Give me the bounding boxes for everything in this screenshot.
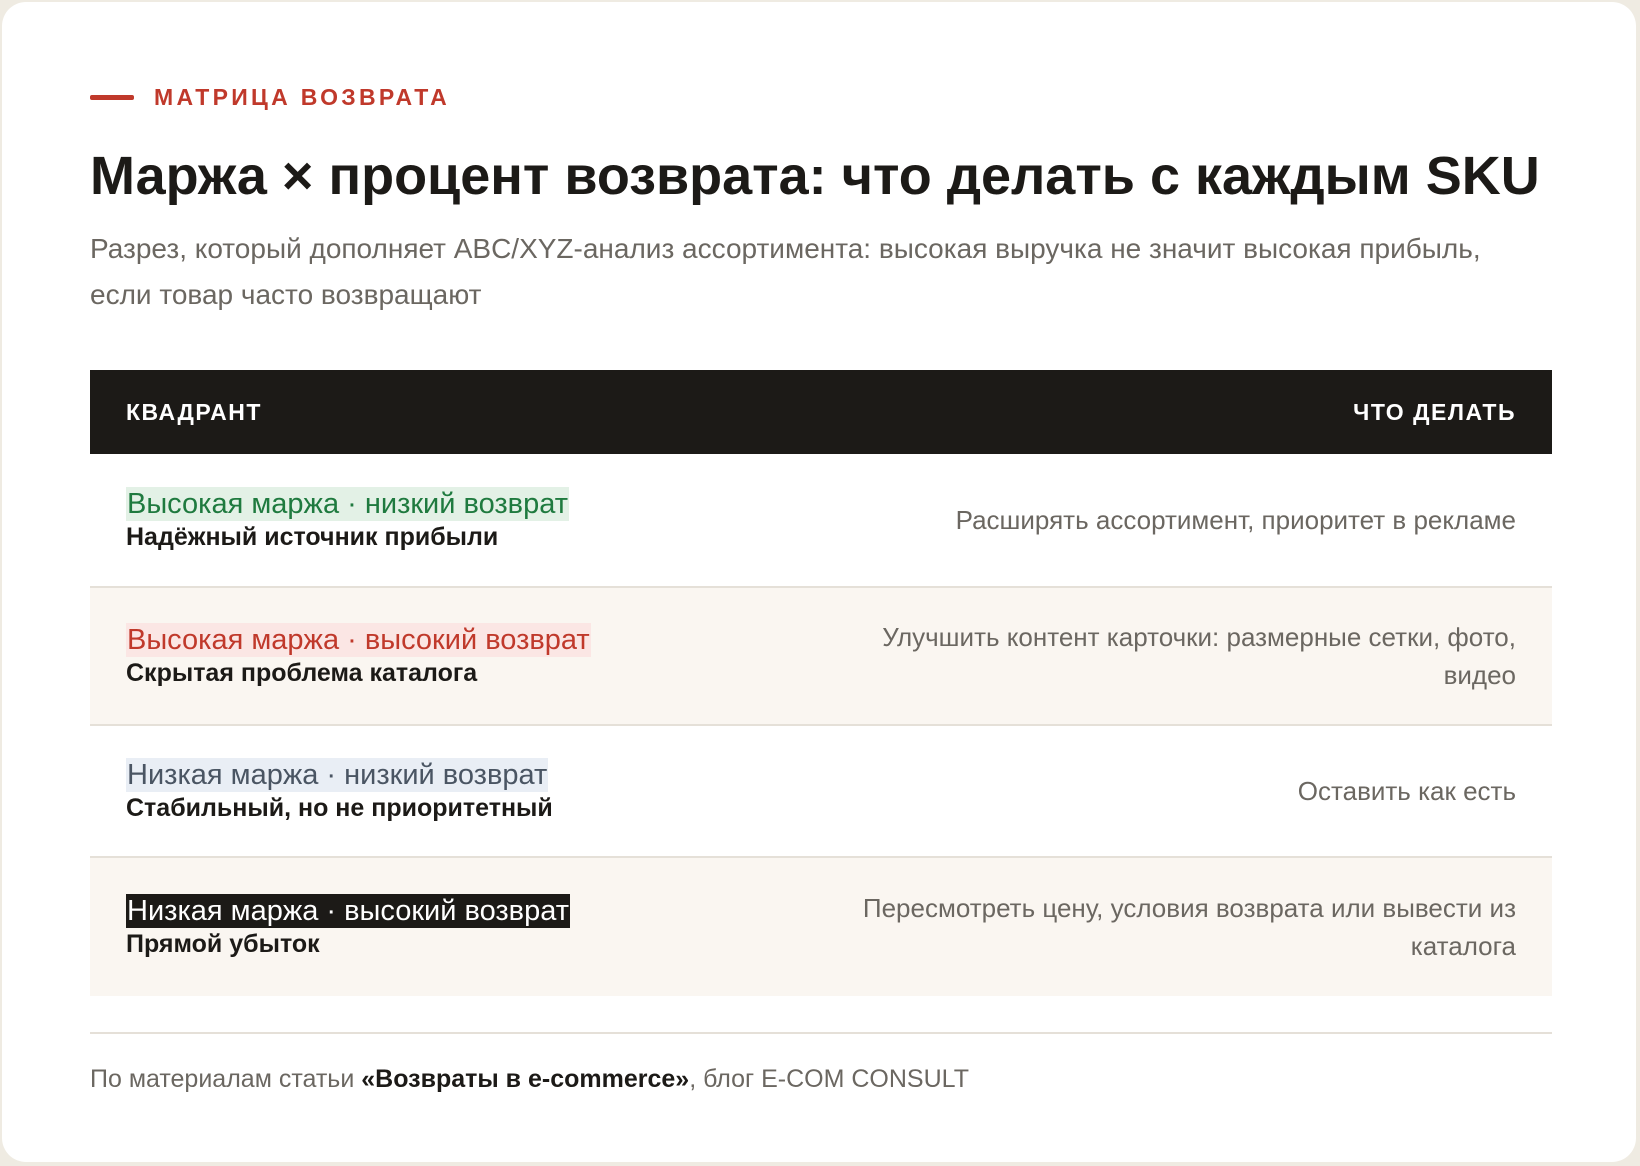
footer-divider [90, 1032, 1552, 1034]
quadrant-table: КВАДРАНТ ЧТО ДЕЛАТЬ Высокая маржа · низк… [90, 370, 1552, 996]
action-cell: Пересмотреть цену, условия возврата или … [862, 893, 1516, 961]
table-row: Низкая маржа · низкий возврат Стабильный… [90, 726, 1552, 858]
quadrant-cell: Низкая маржа · низкий возврат Стабильный… [126, 758, 553, 824]
quadrant-tag: Высокая маржа · высокий возврат [126, 623, 591, 657]
quadrant-tag: Низкая маржа · низкий возврат [126, 758, 549, 792]
quadrant-tag: Высокая маржа · низкий возврат [126, 487, 569, 521]
column-header-action: ЧТО ДЕЛАТЬ [1353, 398, 1516, 425]
eyebrow-accent-bar [90, 94, 134, 100]
table-row: Высокая маржа · низкий возврат Надёжный … [90, 454, 1552, 588]
eyebrow-label: МАТРИЦА ВОЗВРАТА [154, 84, 451, 110]
quadrant-name: Скрытая проблема каталога [126, 659, 478, 687]
quadrant-tag: Низкая маржа · высокий возврат [126, 894, 570, 928]
quadrant-name: Стабильный, но не приоритетный [126, 794, 553, 822]
source-prefix: По материалам статьи [90, 1065, 362, 1093]
quadrant-cell: Высокая маржа · высокий возврат Скрытая … [126, 623, 591, 689]
page-subtitle: Разрез, который дополняет ABC/XYZ-анализ… [90, 233, 1481, 310]
table-row: Низкая маржа · высокий возврат Прямой уб… [90, 858, 1552, 996]
quadrant-name: Надёжный источник прибыли [126, 523, 499, 551]
quadrant-name: Прямой убыток [126, 930, 320, 958]
action-cell: Оставить как есть [1297, 776, 1516, 806]
column-header-quadrant: КВАДРАНТ [126, 398, 262, 425]
table-row: Высокая маржа · высокий возврат Скрытая … [90, 588, 1552, 726]
eyebrow: МАТРИЦА ВОЗВРАТА [90, 84, 450, 110]
source-suffix: , блог E-COM CONSULT [689, 1065, 969, 1093]
quadrant-cell: Низкая маржа · высокий возврат Прямой уб… [126, 894, 570, 960]
content-card: МАТРИЦА ВОЗВРАТА Маржа × процент возврат… [2, 2, 1636, 1162]
table-header: КВАДРАНТ ЧТО ДЕЛАТЬ [90, 370, 1552, 454]
source-note: По материалам статьи «Возвраты в e-comme… [90, 1063, 969, 1095]
page-title: Маржа × процент возврата: что делать с к… [90, 146, 1540, 206]
action-cell: Расширять ассортимент, приоритет в рекла… [955, 505, 1516, 535]
source-article-title: «Возвраты в e-commerce» [361, 1065, 690, 1093]
quadrant-cell: Высокая маржа · низкий возврат Надёжный … [126, 487, 569, 553]
action-cell: Улучшить контент карточки: размерные сет… [882, 622, 1516, 690]
